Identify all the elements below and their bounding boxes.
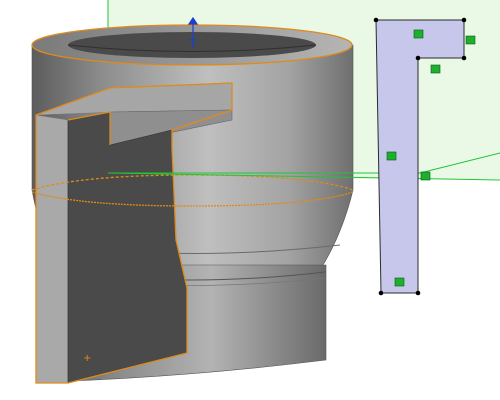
constraint-icon [420, 171, 431, 181]
cad-viewport[interactable]: + [0, 0, 500, 400]
cut-face[interactable] [67, 111, 188, 384]
constraint-icon [430, 64, 441, 74]
constraint-icon [465, 35, 476, 45]
cut-origin-marker: + [83, 353, 91, 364]
constraint-icon [386, 151, 397, 161]
constraint-icon [413, 29, 424, 39]
bore-opening[interactable] [68, 32, 316, 58]
constraint-icon [394, 277, 405, 287]
cad-canvas[interactable]: + [0, 0, 500, 400]
